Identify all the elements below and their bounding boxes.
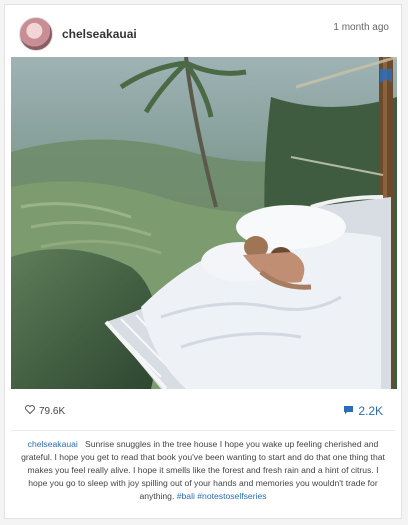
divider: [11, 430, 395, 431]
caption-hashtags[interactable]: #bali #notestoselfseries: [177, 491, 267, 501]
post-photo[interactable]: [11, 57, 397, 389]
comments[interactable]: 2.2K: [343, 404, 383, 418]
comments-count: 2.2K: [358, 404, 383, 418]
username[interactable]: chelseakauai: [62, 27, 137, 41]
heart-outline-icon[interactable]: [25, 405, 35, 417]
likes[interactable]: 79.6K: [25, 405, 65, 417]
post-header: chelseakauai 1 month ago: [5, 5, 401, 55]
post-card: chelseakauai 1 month ago 79.6K 2.2K chel…: [4, 4, 402, 519]
post-caption: chelseakauai Sunrise snuggles in the tre…: [19, 438, 387, 503]
speech-bubble-icon[interactable]: [343, 404, 354, 418]
caption-username[interactable]: chelseakauai: [28, 439, 78, 449]
photo-scene: [11, 57, 397, 389]
post-time: 1 month ago: [333, 22, 389, 33]
bookmark-icon[interactable]: [379, 67, 391, 81]
avatar[interactable]: [19, 17, 53, 51]
likes-count: 79.6K: [39, 405, 66, 417]
post-stats: 79.6K 2.2K: [5, 397, 401, 421]
